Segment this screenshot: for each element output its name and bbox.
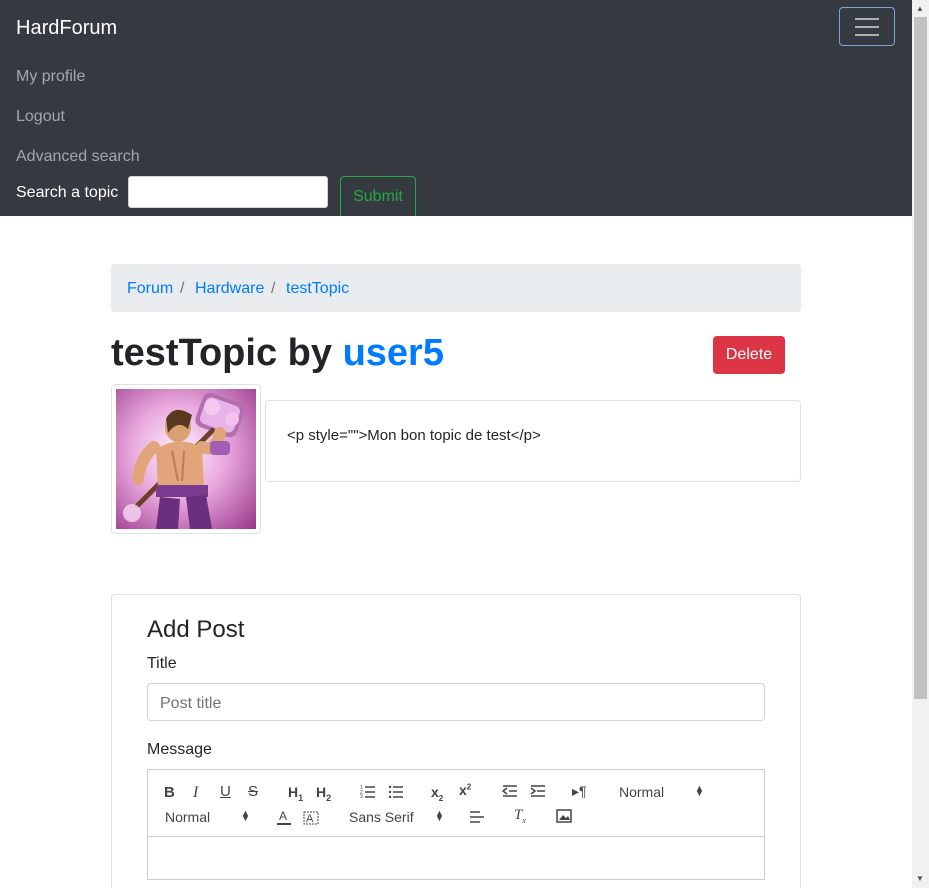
header-select-value: Normal <box>619 784 665 800</box>
chevron-up-down-icon: ▲ ▼ <box>241 808 250 823</box>
header-1-icon[interactable]: H1 <box>288 784 303 803</box>
svg-text:A: A <box>306 813 314 825</box>
topic-title: testTopic <box>111 332 278 374</box>
font-select-value: Sans Serif <box>349 809 414 825</box>
scroll-thumb[interactable] <box>914 17 927 699</box>
nav-link-logout[interactable]: Logout <box>16 108 65 126</box>
text-direction-icon[interactable]: ▸¶ <box>572 783 587 800</box>
svg-text:3: 3 <box>360 794 363 798</box>
delete-button[interactable]: Delete <box>713 336 785 374</box>
breadcrumb-item-topic[interactable]: testTopic <box>286 280 349 298</box>
topic-content: <p style="">Mon bon topic de test</p> <box>287 427 541 444</box>
search-input[interactable] <box>128 176 328 208</box>
header-2-icon[interactable]: H2 <box>316 784 331 803</box>
brand-logo[interactable]: HardForum <box>16 17 117 40</box>
background-color-icon[interactable]: A <box>303 808 319 826</box>
submit-button[interactable]: Submit <box>340 176 416 216</box>
strikethrough-icon[interactable]: S <box>248 783 258 800</box>
indent-icon[interactable] <box>530 784 546 798</box>
size-select-value: Normal <box>165 809 211 825</box>
breadcrumb-separator: / <box>180 280 185 297</box>
add-post-heading: Add Post <box>147 616 245 643</box>
post-title-input[interactable]: Post title <box>147 683 765 721</box>
author-link[interactable]: user5 <box>343 332 444 374</box>
header-select[interactable]: Normal ▲ ▼ <box>619 783 704 801</box>
nav-link-my-profile[interactable]: My profile <box>16 68 85 86</box>
navbar: HardForum My profile Logout Advanced sea… <box>0 0 912 216</box>
chevron-up-down-icon: ▲ ▼ <box>695 783 704 798</box>
bullet-list-icon[interactable] <box>388 784 404 798</box>
breadcrumb-item-forum[interactable]: Forum <box>127 280 173 298</box>
size-select[interactable]: Normal ▲ ▼ <box>165 808 250 826</box>
text-color-icon[interactable]: A <box>276 808 292 826</box>
bold-icon[interactable]: B <box>164 784 175 801</box>
avatar <box>111 384 261 534</box>
avatar-image <box>116 389 256 529</box>
superscript-icon[interactable]: x2 <box>459 782 471 798</box>
breadcrumb-item-hardware[interactable]: Hardware <box>195 280 264 298</box>
scroll-up-icon[interactable]: ▲ <box>916 4 924 13</box>
post-title-placeholder: Post title <box>160 695 222 712</box>
page-title: testTopic by user5 <box>111 332 444 375</box>
svg-text:A: A <box>279 809 287 823</box>
outdent-icon[interactable] <box>502 784 518 798</box>
italic-icon[interactable]: I <box>193 784 198 802</box>
scrollbar[interactable]: ▲ ▼ <box>912 0 929 888</box>
editor-toolbar: B I U S H1 H2 1 2 3 x2 x2 ▸¶ Normal ▲ ▼ … <box>147 769 765 837</box>
hamburger-icon-middle <box>855 26 879 28</box>
underline-icon[interactable]: U <box>220 783 231 800</box>
image-icon[interactable] <box>556 809 572 823</box>
topic-content-card: <p style="">Mon bon topic de test</p> <box>265 400 801 482</box>
breadcrumb: Forum / Hardware / testTopic <box>111 264 801 312</box>
message-label: Message <box>147 741 212 758</box>
title-label: Title <box>147 655 177 672</box>
message-editor[interactable] <box>147 836 765 880</box>
hamburger-icon-bottom <box>855 34 879 36</box>
search-label: Search a topic <box>16 184 119 201</box>
ordered-list-icon[interactable]: 1 2 3 <box>360 784 376 798</box>
avatar-picture <box>116 389 256 529</box>
font-select[interactable]: Sans Serif ▲ ▼ <box>349 808 447 826</box>
scroll-down-icon[interactable]: ▼ <box>916 874 924 883</box>
nav-link-advanced-search[interactable]: Advanced search <box>16 148 140 166</box>
hamburger-icon <box>855 18 879 20</box>
clear-format-icon[interactable]: Tx <box>514 807 526 825</box>
subscript-icon[interactable]: x2 <box>431 784 443 803</box>
align-left-icon[interactable] <box>469 810 485 824</box>
breadcrumb-separator: / <box>271 280 276 297</box>
title-by: by <box>287 332 333 374</box>
chevron-up-down-icon: ▲ ▼ <box>435 808 444 823</box>
navbar-toggler-button[interactable] <box>839 7 895 46</box>
